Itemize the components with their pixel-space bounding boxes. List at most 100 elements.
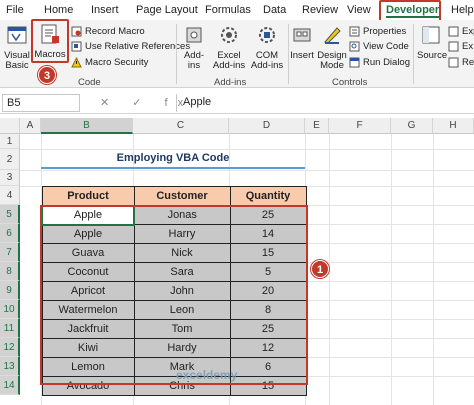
cell-quantity[interactable]: 5: [229, 262, 307, 282]
tab-data[interactable]: Data: [263, 4, 286, 16]
tab-page-layout[interactable]: Page Layout: [136, 4, 198, 16]
row-header-7[interactable]: 7: [0, 243, 20, 262]
column-header-e[interactable]: E: [305, 118, 329, 134]
insert-control-label: Insert: [290, 50, 314, 61]
gridline: [305, 281, 474, 282]
row-header-3[interactable]: 3: [0, 170, 20, 186]
cell-customer[interactable]: John: [133, 281, 231, 301]
source-button[interactable]: Source: [417, 24, 448, 61]
name-box[interactable]: B5: [2, 94, 80, 112]
cell-customer[interactable]: Nick: [133, 243, 231, 263]
cell-customer[interactable]: Tom: [133, 319, 231, 339]
code-group-label: Code: [78, 77, 101, 88]
row-header-12[interactable]: 12: [0, 338, 20, 357]
cell-quantity[interactable]: 20: [229, 281, 307, 301]
cell-product[interactable]: Coconut: [41, 262, 135, 282]
row-header-10[interactable]: 10: [0, 300, 20, 319]
add-ins-button[interactable]: Add-ins: [180, 24, 208, 71]
cell-product[interactable]: Apple: [41, 204, 135, 226]
row-header-8[interactable]: 8: [0, 262, 20, 281]
column-header-h[interactable]: H: [433, 118, 474, 134]
cell-quantity[interactable]: 25: [229, 205, 307, 225]
cell-customer[interactable]: Sara: [133, 262, 231, 282]
cell-product[interactable]: Lemon: [41, 357, 135, 377]
record-macro-button[interactable]: Record Macro: [71, 26, 145, 37]
row-header-4[interactable]: 4: [0, 186, 20, 205]
column-header-b[interactable]: B: [41, 118, 133, 134]
row-header-6[interactable]: 6: [0, 224, 20, 243]
record-macro-icon: [71, 26, 82, 37]
tab-help[interactable]: Help: [451, 4, 474, 16]
design-mode-button[interactable]: Design Mode: [316, 24, 348, 71]
tab-review[interactable]: Review: [302, 4, 338, 16]
cell-product[interactable]: Guava: [41, 243, 135, 263]
row-header-14[interactable]: 14: [0, 376, 20, 395]
cell-quantity[interactable]: 6: [229, 357, 307, 377]
cell-customer[interactable]: Harry: [133, 224, 231, 244]
refresh-icon: [448, 57, 459, 68]
select-all-corner[interactable]: [0, 118, 20, 134]
row-header-1[interactable]: 1: [0, 134, 20, 149]
column-header-c[interactable]: C: [133, 118, 229, 134]
table-row: Apple Harry 14: [41, 224, 307, 244]
column-header-a[interactable]: A: [20, 118, 41, 134]
excel-add-ins-button[interactable]: Excel Add-ins: [212, 24, 246, 71]
expansion-packs-button[interactable]: Exp: [448, 26, 474, 37]
properties-label: Properties: [363, 26, 407, 37]
row-header-5[interactable]: 5: [0, 205, 20, 224]
cell-product[interactable]: Watermelon: [41, 300, 135, 320]
ribbon: Visual Basic Macros Record Macro Use Rel…: [0, 20, 474, 88]
header-customer[interactable]: Customer: [133, 186, 231, 206]
run-dialog-button[interactable]: Run Dialog: [349, 57, 410, 68]
cell-product[interactable]: Jackfruit: [41, 319, 135, 339]
formula-input[interactable]: Apple: [176, 94, 472, 112]
cell-quantity[interactable]: 25: [229, 319, 307, 339]
cell-product[interactable]: Apple: [41, 224, 135, 244]
properties-button[interactable]: Properties: [349, 26, 406, 37]
visual-basic-button[interactable]: Visual Basic: [4, 24, 30, 71]
row-header-11[interactable]: 11: [0, 319, 20, 338]
macro-security-button[interactable]: Macro Security: [71, 57, 148, 68]
table-header-row: Product Customer Quantity: [41, 186, 307, 206]
column-header-g[interactable]: G: [391, 118, 433, 134]
export-button[interactable]: Ex: [448, 41, 473, 52]
step-badge-1: 1: [311, 260, 329, 278]
row-header-9[interactable]: 9: [0, 281, 20, 300]
cell-customer[interactable]: Jonas: [133, 205, 231, 225]
tab-insert[interactable]: Insert: [91, 4, 119, 16]
cell-quantity[interactable]: 15: [229, 376, 307, 396]
refresh-data-button[interactable]: Re: [448, 57, 474, 68]
warning-icon: [71, 57, 82, 68]
tab-formulas[interactable]: Formulas: [205, 4, 251, 16]
insert-control-button[interactable]: Insert: [290, 24, 314, 61]
cell-quantity[interactable]: 15: [229, 243, 307, 263]
use-relative-references-button[interactable]: Use Relative References: [71, 41, 190, 52]
sheet-title[interactable]: Employing VBA Code: [41, 148, 305, 169]
cell-quantity[interactable]: 12: [229, 338, 307, 358]
cell-customer[interactable]: Hardy: [133, 338, 231, 358]
view-code-icon: [349, 41, 360, 52]
cell-customer[interactable]: Leon: [133, 300, 231, 320]
cell-product[interactable]: Apricot: [41, 281, 135, 301]
developer-tab-highlight: [379, 0, 441, 22]
header-quantity[interactable]: Quantity: [229, 186, 307, 206]
header-product[interactable]: Product: [41, 186, 135, 206]
tab-home[interactable]: Home: [44, 4, 73, 16]
ruler-pencil-icon: [324, 27, 341, 44]
properties-icon: [349, 26, 360, 37]
tab-file[interactable]: File: [6, 4, 24, 16]
view-code-button[interactable]: View Code: [349, 41, 409, 52]
cell-quantity[interactable]: 14: [229, 224, 307, 244]
cell-quantity[interactable]: 8: [229, 300, 307, 320]
row-header-13[interactable]: 13: [0, 357, 20, 376]
tab-view[interactable]: View: [347, 4, 371, 16]
source-label: Source: [417, 50, 448, 61]
cell-product[interactable]: Avocado: [41, 376, 135, 396]
gear-icon: [221, 27, 237, 43]
column-header-d[interactable]: D: [229, 118, 305, 134]
gridline: [329, 134, 330, 405]
cell-product[interactable]: Kiwi: [41, 338, 135, 358]
column-header-f[interactable]: F: [329, 118, 391, 134]
row-header-2[interactable]: 2: [0, 149, 20, 170]
com-add-ins-button[interactable]: COM Add-ins: [250, 24, 284, 71]
